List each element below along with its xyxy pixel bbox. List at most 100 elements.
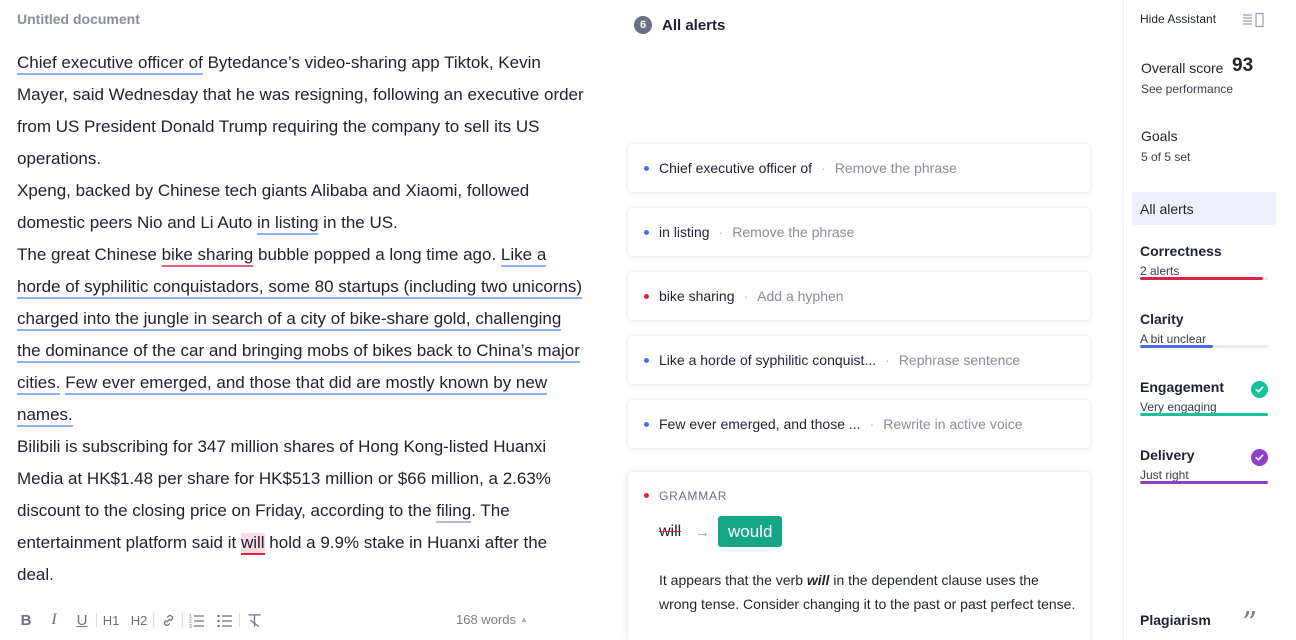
- italic-button[interactable]: I: [40, 606, 68, 634]
- explanation-text: It appears that the verb: [659, 572, 807, 588]
- paragraph[interactable]: Chief executive officer of Bytedance’s v…: [17, 47, 587, 175]
- category-status: 2 alerts: [1140, 264, 1180, 278]
- alert-explanation: It appears that the verb will in the dep…: [659, 568, 1077, 616]
- document-title[interactable]: Untitled document: [17, 11, 140, 27]
- goals-button[interactable]: Goals: [1141, 128, 1178, 144]
- original-word: will: [659, 523, 682, 540]
- flagged-text[interactable]: filing: [436, 501, 472, 523]
- alert-text: Chief executive officer of: [659, 160, 813, 176]
- alert-action: Add a hyphen: [757, 288, 844, 304]
- category-name: Delivery: [1140, 447, 1195, 463]
- flagged-text[interactable]: in listing: [257, 213, 319, 235]
- category-progress-fill: [1140, 277, 1263, 280]
- text-run: in the US.: [318, 213, 398, 232]
- category-progress-fill: [1140, 481, 1268, 484]
- quote-icon: ”: [1242, 606, 1258, 640]
- correctness-dot-icon: [644, 493, 649, 498]
- clarity-dot-icon: [644, 165, 649, 171]
- alert-card[interactable]: in listing · Remove the phrase: [628, 208, 1090, 256]
- category-correctness[interactable]: Correctness 2 alerts: [1140, 243, 1268, 280]
- category-progress-fill: [1140, 413, 1268, 416]
- underline-button[interactable]: U: [68, 606, 96, 634]
- all-alerts-nav-item[interactable]: All alerts: [1132, 192, 1276, 225]
- document-editor[interactable]: Chief executive officer of Bytedance’s v…: [17, 47, 587, 591]
- heading1-button[interactable]: H1: [97, 606, 125, 634]
- underline-icon: U: [76, 611, 88, 629]
- alert-card[interactable]: Like a horde of syphilitic conquist... ·…: [628, 336, 1090, 384]
- flagged-text[interactable]: will: [240, 533, 265, 555]
- flagged-text[interactable]: bike sharing: [161, 245, 254, 267]
- alert-category: GRAMMAR: [659, 489, 728, 503]
- hide-assistant-button[interactable]: Hide Assistant: [1140, 12, 1216, 26]
- flagged-text[interactable]: Few ever emerged, and those that did are…: [17, 373, 548, 427]
- accept-suggestion-button[interactable]: would: [718, 516, 783, 547]
- flagged-text[interactable]: Chief executive officer of: [17, 53, 203, 75]
- italic-icon: I: [51, 611, 57, 628]
- category-status: Just right: [1140, 468, 1189, 482]
- format-toolbar: B I U H1 H2 123: [12, 606, 268, 634]
- category-progress-bar: [1140, 345, 1268, 348]
- separator: ·: [718, 224, 724, 240]
- category-status: A bit unclear: [1140, 332, 1207, 346]
- alert-action: Remove the phrase: [834, 160, 957, 176]
- category-progress-fill: [1140, 345, 1213, 348]
- plagiarism-button[interactable]: Plagiarism: [1140, 612, 1211, 628]
- alert-card[interactable]: bike sharing · Add a hyphen: [628, 272, 1090, 320]
- alert-action: Remove the phrase: [732, 224, 855, 240]
- arrow-right-icon: →: [695, 524, 710, 541]
- panel-toggle-icon[interactable]: [1242, 12, 1266, 28]
- clarity-dot-icon: [644, 229, 649, 235]
- category-delivery[interactable]: Delivery Just right: [1140, 447, 1268, 484]
- separator: ·: [885, 352, 890, 368]
- word-count[interactable]: 168 words ▲: [456, 612, 528, 627]
- link-icon: [163, 614, 173, 626]
- paragraph[interactable]: The great Chinese bike sharing bubble po…: [17, 239, 587, 431]
- category-engagement[interactable]: Engagement Very engaging: [1140, 379, 1268, 416]
- alert-text: bike sharing: [659, 288, 735, 304]
- alert-count-badge: 6: [634, 16, 652, 34]
- overall-score-value: 93: [1232, 55, 1254, 76]
- caret-up-icon: ▲: [519, 615, 528, 624]
- alert-text: Like a horde of syphilitic conquist...: [659, 352, 877, 368]
- alert-action: Rephrase sentence: [898, 352, 1021, 368]
- category-progress-bar: [1140, 277, 1268, 280]
- clear-format-button[interactable]: [240, 606, 268, 634]
- explanation-emphasis: will: [806, 572, 830, 588]
- alert-text: in listing: [659, 224, 710, 240]
- category-clarity[interactable]: Clarity A bit unclear: [1140, 311, 1268, 348]
- checkmark-icon: [1251, 449, 1268, 466]
- alert-card[interactable]: Few ever emerged, and those ... · Rewrit…: [628, 400, 1090, 448]
- text-run: bubble popped a long time ago.: [253, 245, 501, 264]
- see-performance-link[interactable]: See performance: [1141, 82, 1233, 96]
- bold-icon: B: [20, 611, 32, 629]
- link-button[interactable]: [154, 606, 182, 634]
- overall-score-label: Overall score: [1141, 60, 1224, 76]
- text-run: The great Chinese: [17, 245, 162, 264]
- assistant-sidebar: Hide Assistant Overall score 93 See perf…: [1123, 0, 1296, 640]
- category-name: Engagement: [1140, 379, 1225, 395]
- correctness-dot-icon: [644, 293, 649, 299]
- clear-format-icon: [247, 613, 261, 627]
- alerts-header: 6 All alerts: [634, 16, 725, 34]
- ordered-list-button[interactable]: 123: [183, 606, 211, 634]
- heading2-icon: H2: [130, 612, 148, 628]
- alert-text: Few ever emerged, and those ...: [659, 416, 861, 432]
- alerts-title: All alerts: [662, 16, 726, 34]
- bullet-list-button[interactable]: [211, 606, 239, 634]
- bullet-list-icon: [217, 614, 232, 627]
- category-name: Clarity: [1140, 311, 1184, 327]
- clarity-dot-icon: [644, 357, 649, 363]
- category-progress-bar: [1140, 413, 1268, 416]
- heading2-button[interactable]: H2: [125, 606, 153, 634]
- heading1-icon: H1: [102, 612, 120, 628]
- separator: ·: [743, 288, 749, 304]
- paragraph[interactable]: Bilibili is subscribing for 347 million …: [17, 431, 587, 591]
- expanded-alert-card[interactable]: GRAMMAR will → would It appears that the…: [628, 472, 1090, 640]
- goals-value: 5 of 5 set: [1141, 150, 1191, 164]
- checkmark-icon: [1251, 381, 1268, 398]
- alert-card[interactable]: Chief executive officer of · Remove the …: [628, 144, 1090, 192]
- paragraph[interactable]: Xpeng, backed by Chinese tech giants Ali…: [17, 175, 587, 239]
- bold-button[interactable]: B: [12, 606, 40, 634]
- category-name: Correctness: [1140, 243, 1222, 259]
- word-count-label: 168 words: [456, 612, 516, 627]
